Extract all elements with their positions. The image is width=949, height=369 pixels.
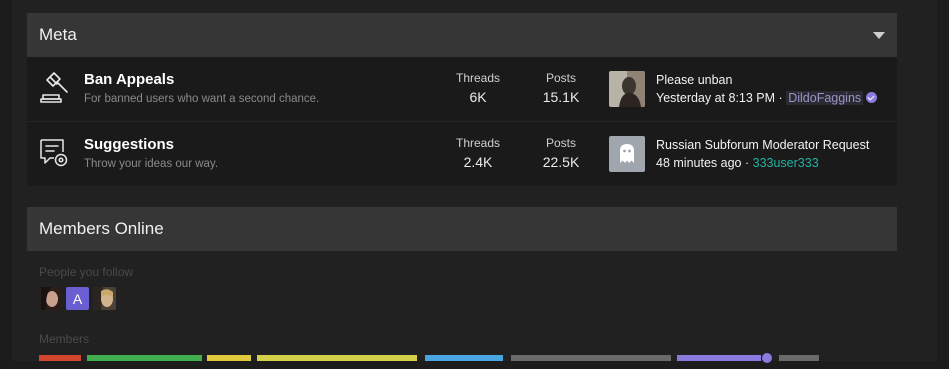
threads-stat: Threads 2.4K [438,136,518,170]
forum-description: For banned users who want a second chanc… [84,93,320,105]
people-you-follow-label: People you follow [39,265,134,279]
last-post-meta: 48 minutes ago · 333user333 [656,156,819,170]
posts-stat: Posts 15.1K [521,71,601,105]
page-container: Meta Ban Appeals For banned users who wa… [12,0,937,363]
posts-count: 22.5K [542,154,580,170]
last-post-username[interactable]: DildoFaggins [786,91,864,105]
meta-separator: · [778,91,783,105]
last-post-time[interactable]: Yesterday at 8:13 PM [656,91,775,105]
threads-label: Threads [455,71,501,85]
online-members-row [39,353,819,363]
followed-user-avatar[interactable]: A [66,287,89,310]
forum-title[interactable]: Suggestions [84,136,174,153]
suggestion-chat-icon [40,139,68,167]
last-post-meta: Yesterday at 8:13 PM · DildoFaggins [656,91,878,105]
posts-label: Posts [545,71,576,85]
collapse-chevron-icon[interactable] [873,31,885,39]
user-photo-avatar [93,287,116,310]
last-post-title[interactable]: Russian Subforum Moderator Request [656,138,869,152]
threads-label: Threads [455,136,501,150]
posts-stat: Posts 22.5K [521,136,601,170]
last-post-username[interactable]: 333user333 [753,156,819,170]
last-poster-avatar[interactable] [609,136,645,172]
posts-label: Posts [545,136,576,150]
members-label: Members [39,332,90,346]
last-post-title[interactable]: Please unban [656,73,732,87]
category-title[interactable]: Meta [39,25,77,45]
followed-user-avatar[interactable] [39,287,62,310]
forum-description: Throw your ideas our way. [84,158,219,170]
threads-count: 6K [469,89,487,105]
gavel-icon [40,72,68,103]
forum-title[interactable]: Ban Appeals [84,71,174,88]
forum-node-suggestions: Suggestions Throw your ideas our way. Th… [27,122,897,186]
meta-category-header[interactable]: Meta [27,13,897,57]
avatar-letter: A [72,290,83,307]
meta-separator: · [744,156,750,170]
verified-badge-icon [866,92,878,103]
threads-count: 2.4K [463,154,493,170]
user-photo-avatar [39,287,62,310]
ghost-icon [620,144,634,163]
posts-count: 15.1K [542,89,580,105]
members-online-title[interactable]: Members Online [39,219,164,239]
meta-category: Meta Ban Appeals For banned users who wa… [27,13,897,186]
members-online-header[interactable]: Members Online [27,207,897,251]
user-photo-avatar [609,71,645,107]
forum-node-ban-appeals: Ban Appeals For banned users who want a … [27,57,897,122]
followed-user-avatar[interactable] [93,287,116,310]
members-online-block: Members Online [27,207,897,251]
last-post-time[interactable]: 48 minutes ago [656,156,741,170]
threads-stat: Threads 6K [438,71,518,105]
last-poster-avatar[interactable] [609,71,645,107]
